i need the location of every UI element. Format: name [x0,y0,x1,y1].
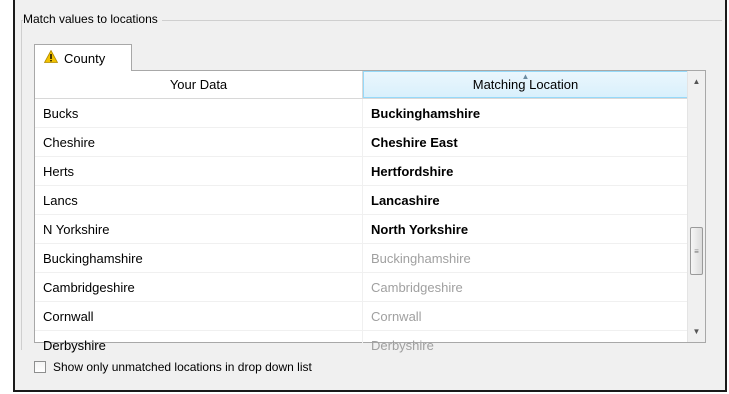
tab-county[interactable]: County [34,44,132,71]
sort-ascending-icon: ▲ [521,72,530,81]
your-data-cell: Bucks [35,99,363,127]
your-data-cell: Lancs [35,186,363,214]
scroll-down-arrow-icon[interactable]: ▼ [688,323,705,340]
unmatched-only-option[interactable]: Show only unmatched locations in drop do… [34,360,312,374]
warning-icon [43,49,59,66]
column-header-your-data[interactable]: Your Data [35,71,363,98]
table-row[interactable]: Cambridgeshire Cambridgeshire [35,273,688,302]
scroll-thumb[interactable]: ≡ [690,227,703,275]
your-data-cell: N Yorkshire [35,215,363,243]
table-row[interactable]: Cheshire Cheshire East [35,128,688,157]
table-row[interactable]: Cornwall Cornwall [35,302,688,331]
column-header-matching-location[interactable]: ▲ Matching Location [363,71,688,98]
group-title: Match values to locations [23,12,162,26]
your-data-cell: Herts [35,157,363,185]
table-row[interactable]: N Yorkshire North Yorkshire [35,215,688,244]
your-data-cell: Cambridgeshire [35,273,363,301]
table-row[interactable]: Bucks Buckinghamshire [35,99,688,128]
your-data-cell: Cornwall [35,302,363,330]
tab-panel: Your Data ▲ Matching Location Bucks Buck… [34,70,706,360]
scroll-up-arrow-icon[interactable]: ▲ [688,73,705,90]
tab-label: County [64,50,106,66]
table-row[interactable]: Herts Hertfordshire [35,157,688,186]
vertical-scrollbar[interactable]: ▲ ≡ ▼ [687,71,705,342]
matching-location-cell[interactable]: Buckinghamshire [363,244,688,272]
matching-location-cell[interactable]: Cornwall [363,302,688,330]
matching-location-cell[interactable]: Lancashire [363,186,688,214]
show-unmatched-label[interactable]: Show only unmatched locations in drop do… [53,360,312,374]
your-data-cell: Derbyshire [35,331,363,359]
matching-location-cell[interactable]: Buckinghamshire [363,99,688,127]
group-border-left [21,20,22,350]
table-header: Your Data ▲ Matching Location [35,71,688,99]
table-row[interactable]: Lancs Lancashire [35,186,688,215]
table-body: Bucks Buckinghamshire Cheshire Cheshire … [35,99,688,360]
table-row[interactable]: Derbyshire Derbyshire [35,331,688,360]
table-row[interactable]: Buckinghamshire Buckinghamshire [35,244,688,273]
matching-location-cell[interactable]: Derbyshire [363,331,688,359]
matching-location-cell[interactable]: North Yorkshire [363,215,688,243]
matching-location-cell[interactable]: Cheshire East [363,128,688,156]
matching-location-cell[interactable]: Cambridgeshire [363,273,688,301]
your-data-cell: Buckinghamshire [35,244,363,272]
matching-location-cell[interactable]: Hertfordshire [363,157,688,185]
your-data-cell: Cheshire [35,128,363,156]
show-unmatched-checkbox[interactable] [34,361,46,373]
